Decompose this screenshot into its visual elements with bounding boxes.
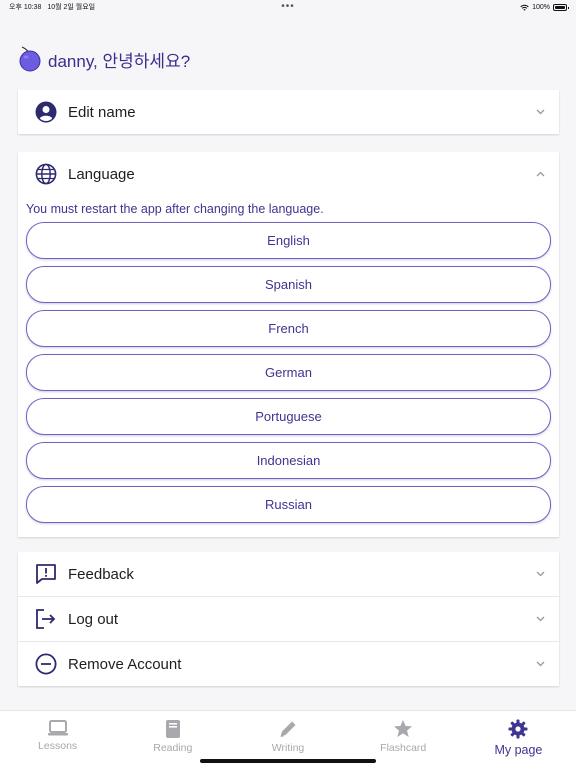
- greeting-header: danny, 안녕하세요?: [18, 46, 190, 72]
- language-option-indonesian[interactable]: Indonesian: [26, 442, 551, 479]
- tab-my-page[interactable]: My page: [461, 711, 576, 768]
- tab-lessons[interactable]: Lessons: [0, 711, 115, 768]
- account-actions-section: Feedback Log out Remove Account: [18, 552, 559, 686]
- tab-label: Lessons: [38, 740, 78, 752]
- home-indicator[interactable]: [200, 759, 376, 763]
- language-option-french[interactable]: French: [26, 310, 551, 347]
- tab-label: Writing: [271, 742, 305, 754]
- gear-icon: [508, 719, 528, 739]
- feedback-row[interactable]: Feedback: [18, 552, 559, 596]
- tab-label: Flashcard: [380, 742, 427, 754]
- star-icon: [394, 720, 413, 737]
- language-label: Language: [68, 165, 135, 183]
- tab-label: Reading: [153, 742, 193, 754]
- language-option-german[interactable]: German: [26, 354, 551, 391]
- chevron-down-icon: [536, 616, 544, 622]
- language-option-english[interactable]: English: [26, 222, 551, 259]
- restart-note: You must restart the app after changing …: [26, 202, 324, 216]
- tab-label: My page: [494, 743, 543, 757]
- message-alert-icon: [36, 564, 56, 584]
- language-option-spanish[interactable]: Spanish: [26, 266, 551, 303]
- chevron-up-icon: [536, 171, 544, 177]
- globe-icon: [35, 163, 57, 185]
- status-bar: 오후 10:38 10월 2일 월요일 ••• 100%: [0, 0, 576, 14]
- language-option-portuguese[interactable]: Portuguese: [26, 398, 551, 435]
- user-circle-icon: [35, 101, 57, 123]
- logout-label: Log out: [68, 610, 119, 628]
- multitasking-dots-icon[interactable]: •••: [281, 1, 295, 12]
- language-section[interactable]: Language You must restart the app after …: [18, 152, 559, 537]
- logout-icon: [36, 609, 56, 629]
- status-time: 오후 10:38: [9, 4, 42, 11]
- status-date: 10월 2일 월요일: [47, 4, 96, 11]
- remove-account-label: Remove Account: [68, 655, 182, 673]
- chevron-down-icon: [536, 571, 544, 577]
- chevron-down-icon: [536, 661, 544, 667]
- plum-fruit-icon: [19, 46, 41, 72]
- language-row[interactable]: Language: [18, 152, 559, 196]
- edit-name-label: Edit name: [68, 103, 136, 121]
- minus-circle-icon: [35, 653, 57, 675]
- battery-icon: [553, 3, 569, 11]
- battery-percentage: 100%: [532, 3, 550, 11]
- wifi-icon: [520, 4, 529, 11]
- feedback-label: Feedback: [68, 565, 134, 583]
- pencil-icon: [280, 721, 296, 737]
- language-options: English Spanish French German Portuguese…: [18, 222, 559, 537]
- chevron-down-icon: [536, 109, 544, 115]
- remove-account-row[interactable]: Remove Account: [18, 642, 559, 686]
- laptop-icon: [47, 720, 68, 736]
- edit-name-section[interactable]: Edit name: [18, 90, 559, 134]
- edit-name-row[interactable]: Edit name: [18, 90, 559, 134]
- greeting-text: danny, 안녕하세요?: [48, 51, 191, 71]
- language-option-russian[interactable]: Russian: [26, 486, 551, 523]
- battery-level: [555, 5, 565, 9]
- logout-row[interactable]: Log out: [18, 597, 559, 641]
- book-icon: [165, 720, 180, 738]
